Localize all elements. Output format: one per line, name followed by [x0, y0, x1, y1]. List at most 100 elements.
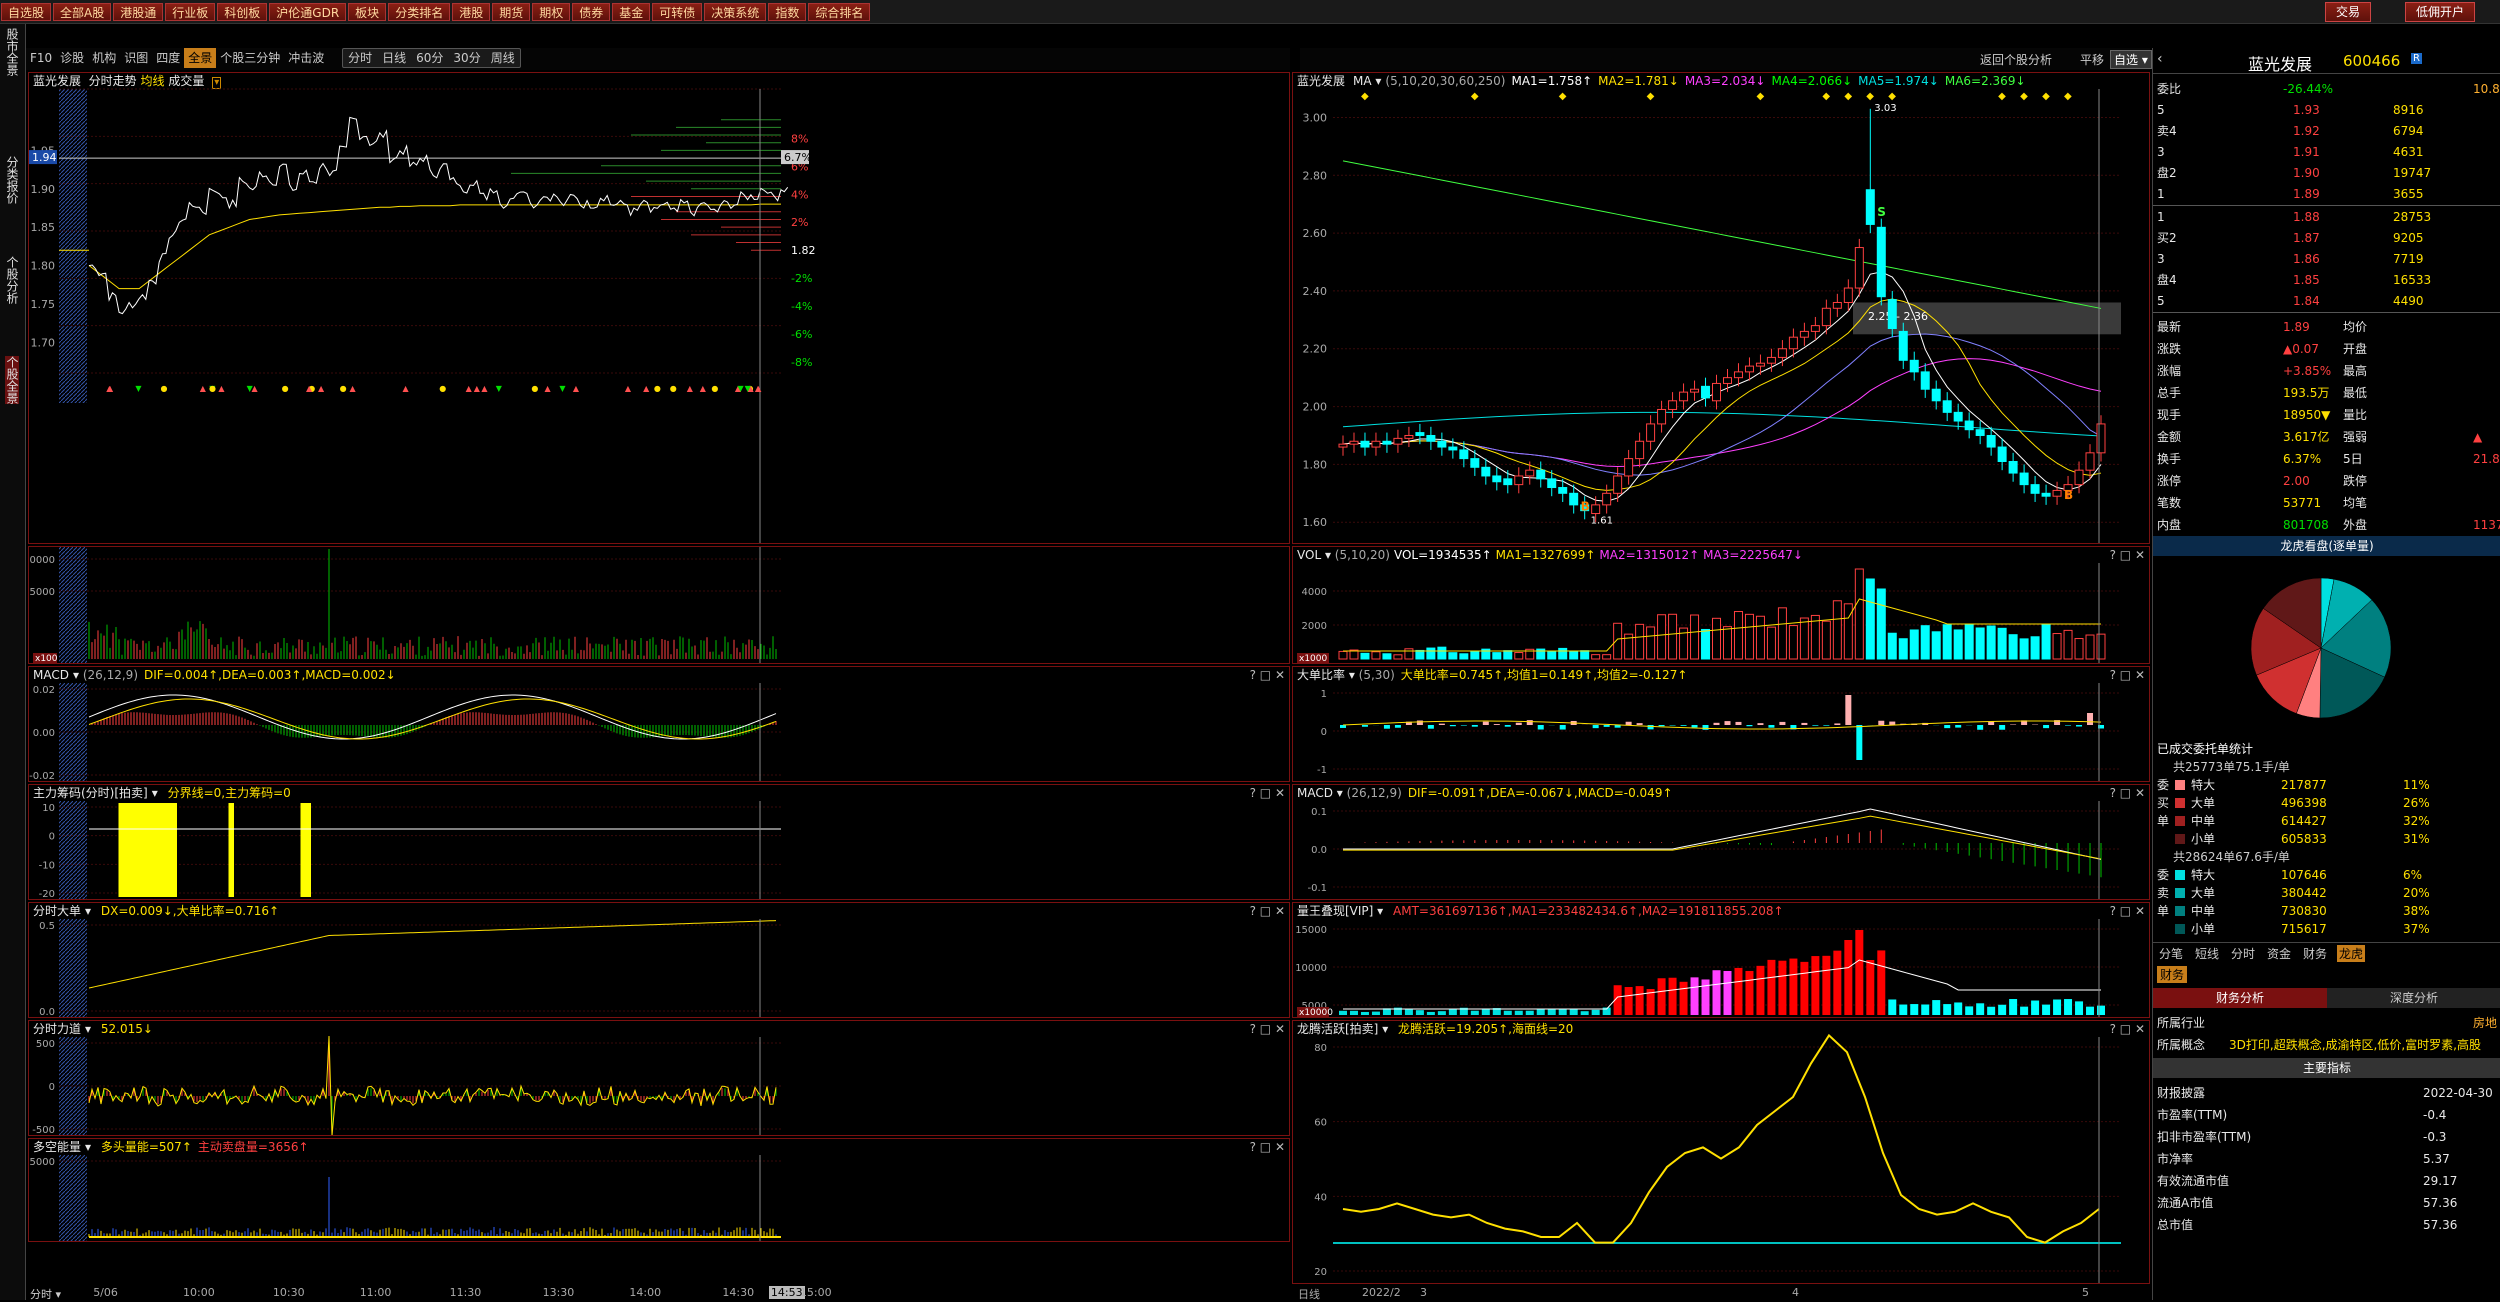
bottom-tab-1[interactable]: 短线: [2193, 945, 2221, 962]
menu-item-13[interactable]: 可转债: [652, 3, 702, 21]
menu-item-15[interactable]: 指数: [768, 3, 806, 21]
event-diamond-icon[interactable]: ◆: [2042, 91, 2050, 102]
toolbar-item-0[interactable]: F10: [26, 48, 56, 68]
trade-button[interactable]: 交易: [2325, 2, 2371, 22]
event-diamond-icon[interactable]: ◆: [1559, 91, 1567, 102]
event-diamond-icon[interactable]: ◆: [1998, 91, 2006, 102]
nav-market-overview[interactable]: 股市全景: [5, 28, 19, 76]
back-to-analysis-link[interactable]: 返回个股分析: [1980, 51, 2052, 68]
big-ratio-bar: [1724, 721, 1730, 725]
toolbar-item-4[interactable]: 四度: [152, 48, 184, 68]
event-diamond-icon[interactable]: ◆: [1844, 91, 1852, 102]
longhu-pie-chart[interactable]: [2153, 558, 2500, 738]
sell-level-row[interactable]: 51.938916: [2153, 100, 2500, 121]
candle-body: [1603, 493, 1611, 505]
back-arrow-icon[interactable]: ‹: [2157, 51, 2163, 67]
subtab-finance-analysis[interactable]: 财务分析: [2153, 988, 2327, 1008]
toolbar-item-2[interactable]: 机构: [88, 48, 120, 68]
menu-item-3[interactable]: 行业板: [165, 3, 215, 21]
event-diamond-icon[interactable]: ◆: [1647, 91, 1655, 102]
menu-item-10[interactable]: 期权: [532, 3, 570, 21]
menu-item-2[interactable]: 港股通: [113, 3, 163, 21]
menu-item-12[interactable]: 基金: [612, 3, 650, 21]
indicator-chart[interactable]: 0.10.0-0.1: [1293, 785, 2150, 900]
low-label: 1.61: [1591, 515, 1613, 526]
indicator-chart[interactable]: 15000100005000x10000: [1293, 903, 2150, 1018]
buy-level-row[interactable]: 51.844490: [2153, 291, 2500, 312]
sell-level-row[interactable]: 11.893655: [2153, 184, 2500, 205]
finance-tab[interactable]: 财务: [2157, 966, 2187, 983]
menu-item-16[interactable]: 综合排名: [808, 3, 870, 21]
sell-level-row[interactable]: 卖41.926794: [2153, 121, 2500, 142]
bottom-tab-3[interactable]: 资金: [2265, 945, 2293, 962]
toolbar-item-6[interactable]: 个股三分钟: [216, 48, 284, 68]
indicator-chart[interactable]: 80604020: [1293, 1021, 2150, 1284]
big-ratio-bar: [1801, 723, 1807, 725]
period-4[interactable]: 周线: [486, 49, 520, 67]
indicator-chart[interactable]: 0.020.00-0.02: [29, 667, 1290, 782]
candle-body: [1734, 372, 1742, 378]
menu-item-1[interactable]: 全部A股: [53, 3, 111, 21]
period-0[interactable]: 分时: [343, 49, 377, 67]
watchlist-dropdown[interactable]: 自选 ▾: [2110, 50, 2152, 69]
event-diamond-icon[interactable]: ◆: [1866, 91, 1874, 102]
bottom-tab-2[interactable]: 分时: [2229, 945, 2257, 962]
indicator-tick: 0: [49, 832, 55, 843]
indicator-chart[interactable]: 0.50.0: [29, 903, 1290, 1018]
open-account-button[interactable]: 低佣开户: [2405, 2, 2475, 22]
daily-vol-bar: [1504, 651, 1512, 659]
indicator-chart[interactable]: 10-1: [1293, 667, 2150, 782]
daily-vol-bar: [1438, 647, 1446, 659]
indicator-chart[interactable]: 5000-500: [29, 1021, 1290, 1136]
menu-item-0[interactable]: 自选股: [1, 3, 51, 21]
nav-stock-analysis[interactable]: 个股分析: [5, 256, 19, 304]
indicator-chart[interactable]: 5000: [29, 1139, 1290, 1242]
daily-volume-chart[interactable]: 40002000x1000: [1293, 547, 2150, 664]
sell-level-row[interactable]: 盘21.9019747: [2153, 163, 2500, 184]
event-diamond-icon[interactable]: ◆: [2064, 91, 2072, 102]
bottom-tab-5[interactable]: 龙虎: [2337, 945, 2365, 962]
toolbar-item-3[interactable]: 识图: [120, 48, 152, 68]
toolbar-item-5[interactable]: 全景: [184, 48, 216, 68]
indicator-chart[interactable]: 100-10-20: [29, 785, 1290, 900]
bottom-tab-0[interactable]: 分笔: [2157, 945, 2185, 962]
menu-item-11[interactable]: 债券: [572, 3, 610, 21]
event-diamond-icon[interactable]: ◆: [2020, 91, 2028, 102]
menu-item-9[interactable]: 期货: [492, 3, 530, 21]
nav-category-quote[interactable]: 分类报价: [5, 156, 19, 204]
daily-kline-chart[interactable]: 3.002.802.602.402.202.001.801.602.25 - 2…: [1293, 73, 2150, 544]
right-indicator-panel: MACD ▾ (26,12,9)DIF=-0.091↑,DEA=-0.067↓,…: [1292, 784, 2150, 900]
event-diamond-icon[interactable]: ◆: [1471, 91, 1479, 102]
period-2[interactable]: 60分: [411, 49, 448, 67]
pct-tick: -2%: [791, 272, 812, 285]
period-3[interactable]: 30分: [448, 49, 485, 67]
buy-level-row[interactable]: 盘41.8516533: [2153, 270, 2500, 291]
sell-level-row[interactable]: 31.914631: [2153, 142, 2500, 163]
nav-stock-overview[interactable]: 个股全景: [5, 356, 19, 404]
buy-level-row[interactable]: 11.8828753: [2153, 207, 2500, 228]
period-1[interactable]: 日线: [377, 49, 411, 67]
buy-level-row[interactable]: 买21.879205: [2153, 228, 2500, 249]
bottom-tab-4[interactable]: 财务: [2301, 945, 2329, 962]
event-diamond-icon[interactable]: ◆: [1822, 91, 1830, 102]
menu-item-5[interactable]: 沪伦通GDR: [269, 3, 346, 21]
menu-item-8[interactable]: 港股: [452, 3, 490, 21]
intraday-chart[interactable]: 1.951.901.851.801.751.708%6%4%2%-2%-4%-6…: [29, 73, 1290, 544]
entrust-row: 委特大21787711%: [2153, 776, 2500, 794]
candle-body: [1965, 421, 1973, 430]
menu-item-4[interactable]: 科创板: [217, 3, 267, 21]
event-diamond-icon[interactable]: ◆: [1756, 91, 1764, 102]
menu-item-14[interactable]: 决策系统: [704, 3, 766, 21]
event-diamond-icon[interactable]: ◆: [1888, 91, 1896, 102]
menu-item-7[interactable]: 分类排名: [388, 3, 450, 21]
menu-item-6[interactable]: 板块: [348, 3, 386, 21]
toolbar-item-7[interactable]: 冲击波: [284, 48, 328, 68]
pan-button[interactable]: 平移: [2080, 51, 2104, 68]
subtab-deep-analysis[interactable]: 深度分析: [2327, 988, 2500, 1008]
buy-level-row[interactable]: 31.867719: [2153, 249, 2500, 270]
signal-marker: ▼: [247, 384, 254, 393]
intraday-volume-chart[interactable]: 100005000x100: [29, 547, 1290, 664]
event-diamond-icon[interactable]: ◆: [1361, 91, 1369, 102]
toolbar-item-1[interactable]: 诊股: [56, 48, 88, 68]
indicator-tick: -1: [1317, 765, 1327, 776]
